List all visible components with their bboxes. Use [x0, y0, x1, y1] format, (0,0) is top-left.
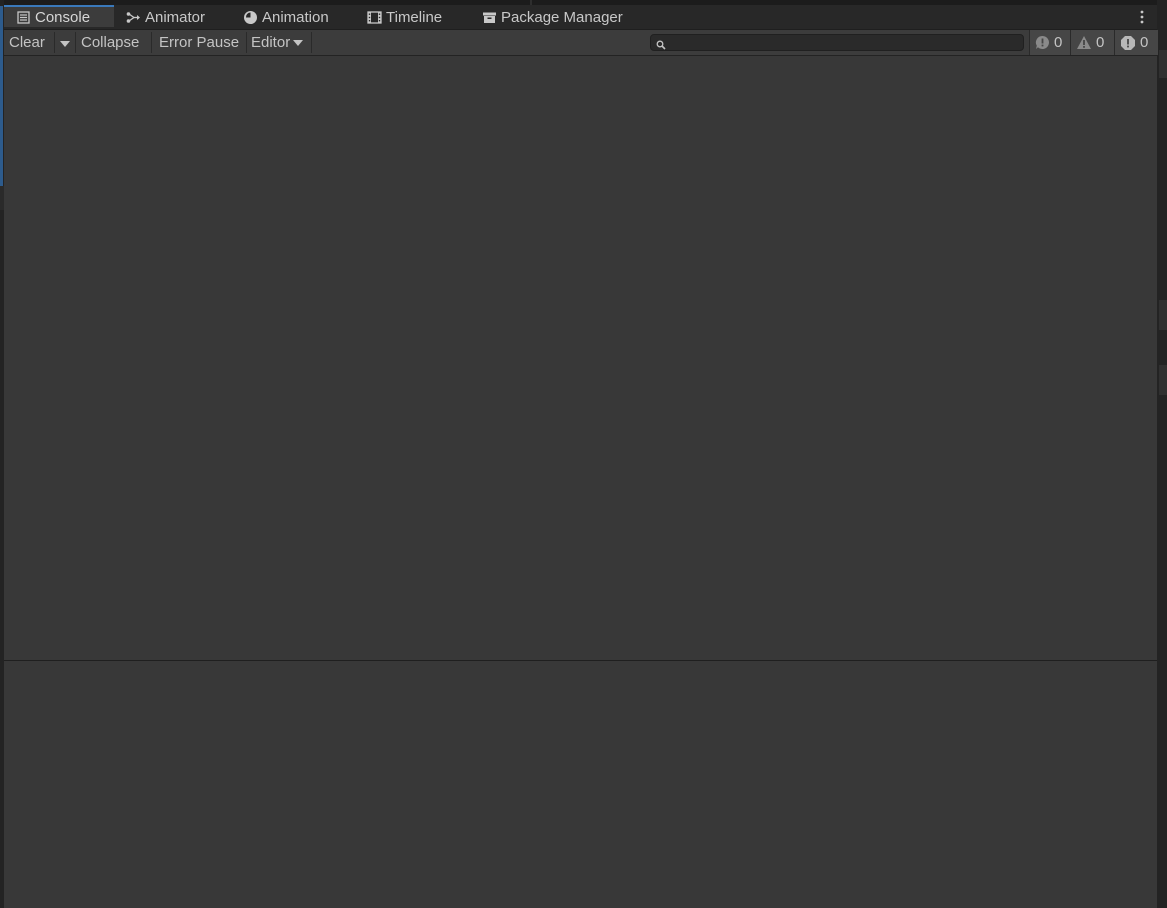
left-edge-highlight [0, 6, 3, 186]
tab-animator[interactable]: Animator [125, 5, 205, 29]
log-detail-panel[interactable] [4, 661, 1157, 908]
error-count: 0 [1140, 34, 1149, 51]
editor-label: Editor [251, 34, 291, 51]
chevron-down-icon [293, 39, 304, 46]
tab-animation[interactable]: Animation [242, 5, 329, 29]
console-window: Console Animator Animation Timeline Pack… [4, 5, 1158, 908]
search-field[interactable] [650, 34, 1024, 51]
search-input[interactable] [669, 35, 1019, 50]
chevron-down-icon [60, 34, 70, 51]
timeline-film-icon [366, 9, 382, 25]
animator-icon [125, 9, 141, 25]
more-options-icon[interactable] [1139, 9, 1145, 25]
error-icon [1120, 35, 1136, 51]
tab-label: Console [35, 8, 91, 26]
tab-label: Timeline [386, 8, 443, 26]
collapse-toggle[interactable]: Collapse [81, 30, 139, 55]
animation-clock-icon [242, 9, 258, 25]
search-icon [656, 37, 666, 54]
tab-console[interactable]: Console [4, 5, 114, 27]
tab-package-manager[interactable]: Package Manager [481, 5, 623, 29]
tab-timeline[interactable]: Timeline [366, 5, 442, 29]
package-icon [481, 9, 497, 25]
clear-button[interactable]: Clear [9, 30, 45, 55]
log-list[interactable] [4, 56, 1157, 660]
tab-label: Animator [145, 8, 206, 26]
divider [151, 32, 152, 53]
tab-label: Animation [262, 8, 329, 26]
error-pause-toggle[interactable]: Error Pause [159, 30, 239, 55]
error-pause-label: Error Pause [159, 34, 240, 51]
clear-options-dropdown[interactable] [55, 30, 75, 55]
tab-label: Package Manager [501, 8, 623, 26]
info-count: 0 [1054, 34, 1063, 51]
divider [311, 32, 312, 53]
right-edge-segment [1159, 300, 1167, 330]
clear-label: Clear [9, 34, 45, 51]
error-count-toggle[interactable]: 0 [1114, 30, 1158, 55]
right-edge-segment [1159, 50, 1167, 78]
collapse-label: Collapse [81, 34, 140, 51]
console-toolbar: Clear Collapse Error Pause Editor 0 0 0 [4, 30, 1158, 56]
console-icon [15, 9, 31, 25]
divider [246, 32, 247, 53]
warning-count: 0 [1096, 34, 1105, 51]
right-edge [1157, 0, 1167, 908]
info-count-toggle[interactable]: 0 [1029, 30, 1070, 55]
warning-count-toggle[interactable]: 0 [1070, 30, 1114, 55]
divider [75, 32, 76, 53]
warning-icon [1076, 35, 1092, 50]
info-icon [1035, 35, 1050, 50]
tab-bar: Console Animator Animation Timeline Pack… [4, 5, 1157, 30]
right-edge-segment [1159, 365, 1167, 395]
editor-dropdown[interactable]: Editor [251, 30, 304, 55]
